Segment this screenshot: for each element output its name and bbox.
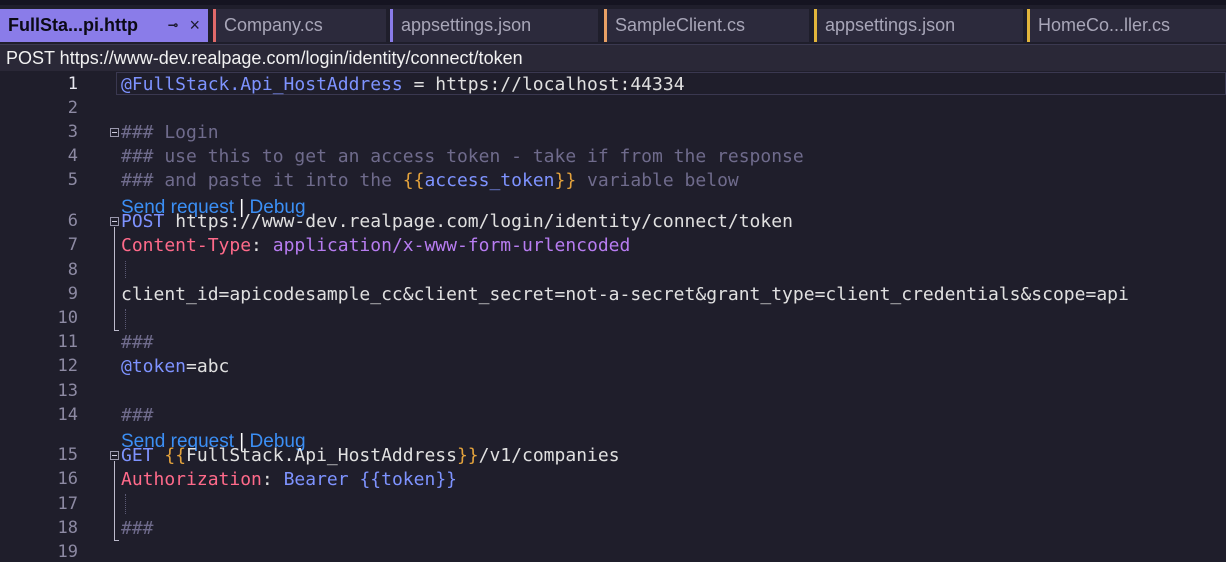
document-tab-strip: FullSta...pi.http ⊸ × Company.cs appsett… xyxy=(0,0,1226,44)
code-editor[interactable]: 1 2 3 4 5 6 7 8 9 10 11 12 13 14 15 16 1… xyxy=(0,72,1226,562)
tab-label: appsettings.json xyxy=(401,15,532,35)
header-line: Authorization: Bearer {{token}} xyxy=(121,469,457,490)
tab-sampleclient-cs[interactable]: SampleClient.cs xyxy=(604,9,809,42)
variable-value: =abc xyxy=(186,356,230,377)
indent-guide xyxy=(125,309,126,329)
request-url-bar[interactable]: POST https://www-dev.realpage.com/login/… xyxy=(0,44,1226,71)
tab-label: Company.cs xyxy=(224,15,323,35)
line-number: 1 xyxy=(67,74,78,94)
line-number: 11 xyxy=(57,332,78,352)
fold-region-guide xyxy=(114,461,119,541)
header-value: application/x-www-form-urlencoded xyxy=(272,235,631,256)
line-number: 10 xyxy=(57,308,78,328)
request-line: GET {{FullStack.Api_HostAddress}}/v1/com… xyxy=(121,445,620,466)
variable-name: @FullStack.Api_HostAddress xyxy=(121,74,403,95)
line-number: 8 xyxy=(67,260,78,280)
tab-appsettings-json-2[interactable]: appsettings.json xyxy=(814,9,1023,42)
separator-line: ### xyxy=(121,332,154,353)
line-number: 16 xyxy=(57,469,78,489)
fold-region-guide xyxy=(114,227,119,331)
tab-company-cs[interactable]: Company.cs xyxy=(213,9,386,42)
fold-toggle-icon[interactable] xyxy=(110,217,119,226)
http-method: GET xyxy=(121,445,154,466)
request-body: client_id=apicodesample_cc&client_secret… xyxy=(121,284,1129,305)
line-number: 5 xyxy=(67,170,78,190)
tab-label: FullSta...pi.http xyxy=(8,15,138,35)
fold-toggle-icon[interactable] xyxy=(110,451,119,460)
code-line: @FullStack.Api_HostAddress = https://loc… xyxy=(121,74,685,95)
line-number: 12 xyxy=(57,356,78,376)
http-method: POST xyxy=(121,211,165,232)
line-number: 4 xyxy=(67,146,78,166)
header-line: Content-Type: application/x-www-form-url… xyxy=(121,235,631,256)
tab-appsettings-json[interactable]: appsettings.json xyxy=(390,9,598,42)
tab-label: HomeCo...ller.cs xyxy=(1038,15,1171,35)
indent-guide xyxy=(125,261,126,278)
line-number: 9 xyxy=(67,284,78,304)
request-url: https://www-dev.realpage.com/login/ident… xyxy=(164,211,793,232)
variable-value: = https://localhost:44334 xyxy=(402,74,685,95)
line-number: 6 xyxy=(67,211,78,231)
code-line: @token=abc xyxy=(121,356,229,377)
variable-name: @token xyxy=(121,356,187,377)
comment-line: ### use this to get an access token - ta… xyxy=(121,146,804,167)
separator-line: ### xyxy=(121,518,154,539)
comment-line: ### Login xyxy=(121,122,219,143)
header-name: Content-Type xyxy=(121,235,252,256)
line-number: 14 xyxy=(57,405,78,425)
line-number: 19 xyxy=(57,542,78,562)
tab-label: SampleClient.cs xyxy=(615,15,746,35)
tab-strip-top-border xyxy=(0,0,1226,5)
close-icon[interactable]: × xyxy=(189,9,200,42)
comment-line: ### and paste it into the {{access_token… xyxy=(121,170,739,191)
header-value: Bearer xyxy=(283,469,360,490)
separator-line: ### xyxy=(121,405,154,426)
line-number: 3 xyxy=(67,122,78,142)
pin-icon[interactable]: ⊸ xyxy=(168,9,178,42)
tab-homecontroller-cs[interactable]: HomeCo...ller.cs xyxy=(1027,9,1226,42)
tab-fullstack-http[interactable]: FullSta...pi.http ⊸ × xyxy=(0,9,208,42)
indent-guide xyxy=(125,494,126,514)
request-line: POST https://www-dev.realpage.com/login/… xyxy=(121,211,793,232)
tab-label: appsettings.json xyxy=(825,15,956,35)
line-number: 17 xyxy=(57,494,78,514)
line-number: 15 xyxy=(57,445,78,465)
header-name: Authorization xyxy=(121,469,262,490)
line-number: 2 xyxy=(67,98,78,118)
line-number: 13 xyxy=(57,381,78,401)
line-number: 7 xyxy=(67,235,78,255)
line-number: 18 xyxy=(57,518,78,538)
fold-toggle-icon[interactable] xyxy=(110,128,119,137)
